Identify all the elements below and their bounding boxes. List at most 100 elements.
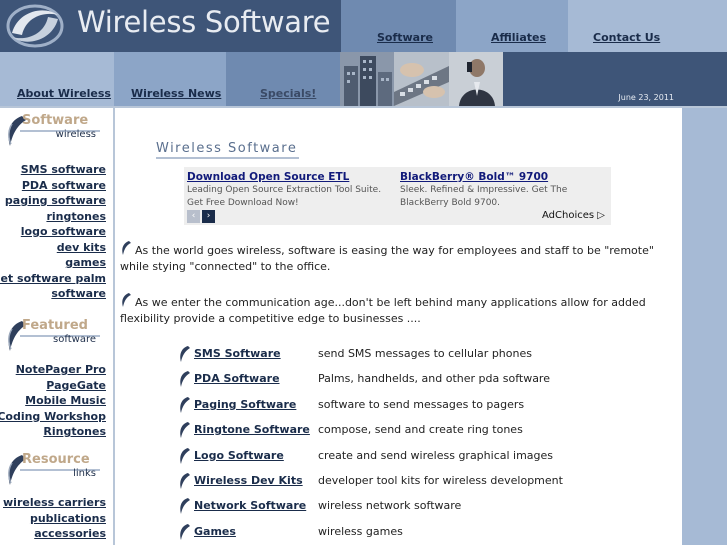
sidebar-link-logo-software[interactable]: logo software	[0, 224, 106, 240]
feather-swoosh-icon	[122, 293, 131, 307]
sidebar-section-title: Software	[22, 113, 89, 128]
sidebar-link-net-software-palm[interactable]: net software palm	[0, 271, 106, 287]
sidebar-link-pda-software[interactable]: PDA software	[0, 178, 106, 194]
sidebar-link-pagegate[interactable]: PageGate	[0, 378, 106, 394]
feather-swoosh-icon	[180, 397, 190, 413]
product-link-ringtone-software[interactable]: Ringtone Software	[194, 423, 310, 436]
logo-text: Wireless Software	[77, 5, 331, 39]
nav-cell-software: Software	[341, 0, 456, 52]
subnav-cell-news: Wireless News	[114, 52, 226, 106]
nav-link-affiliates[interactable]: Affiliates	[491, 31, 546, 44]
product-link-paging-software[interactable]: Paging Software	[194, 398, 296, 411]
sidebar-link-publications[interactable]: publications	[3, 511, 106, 527]
sidebar-section-featured-heading: Featured software	[4, 318, 110, 359]
feather-swoosh-icon	[180, 498, 190, 514]
product-link-sms-software[interactable]: SMS Software	[194, 347, 281, 360]
sidebar-section-resource-heading: Resource links	[4, 452, 110, 493]
feather-swoosh-icon	[180, 371, 190, 387]
ad-banner: Download Open Source ETL Leading Open So…	[184, 167, 611, 225]
subnav-link-about-wireless[interactable]: About Wireless	[17, 87, 111, 100]
sidebar-software-links: SMS software PDA software paging softwar…	[0, 162, 106, 302]
sidebar-section-subtitle: software	[53, 334, 96, 345]
sidebar-link-paging-software[interactable]: paging software	[0, 193, 106, 209]
product-description: wireless network software	[318, 499, 462, 512]
ad-headline-link[interactable]: BlackBerry® Bold™ 9700	[400, 171, 610, 183]
paragraph-text: As we enter the communication age...don'…	[120, 296, 646, 325]
nav-link-contact-us[interactable]: Contact Us	[593, 31, 660, 44]
product-row: PDA Software Palms, handhelds, and other…	[178, 370, 608, 388]
subnav-link-specials[interactable]: Specials!	[260, 87, 316, 100]
sidebar-link-ringtones-featured[interactable]: Ringtones	[0, 424, 106, 440]
nav-link-software[interactable]: Software	[377, 31, 433, 44]
nav-cell-contact: Contact Us	[568, 0, 727, 52]
feather-swoosh-icon	[122, 241, 131, 255]
ad-body: Sleek. Refined & Impressive. Get The Bla…	[400, 185, 568, 208]
product-link-games[interactable]: Games	[194, 525, 236, 538]
ad-next-button[interactable]: ›	[202, 210, 215, 223]
feather-swoosh-icon	[180, 448, 190, 464]
sidebar-section-title: Featured	[22, 318, 88, 333]
ad-headline-link[interactable]: Download Open Source ETL	[187, 171, 397, 183]
left-sidebar: Software wireless SMS software PDA softw…	[0, 108, 113, 545]
product-link-wireless-dev-kits[interactable]: Wireless Dev Kits	[194, 474, 303, 487]
sidebar-link-coding-workshop[interactable]: Coding Workshop	[0, 409, 106, 425]
product-link-network-software[interactable]: Network Software	[194, 499, 306, 512]
site-logo-banner: Wireless Software	[0, 0, 341, 52]
sidebar-link-accessories[interactable]: accessories	[3, 526, 106, 542]
nav-cell-affiliates: Affiliates	[456, 0, 568, 52]
product-description: developer tool kits for wireless develop…	[318, 474, 563, 487]
subnav-cell-specials: Specials!	[226, 52, 340, 106]
subnav-link-wireless-news[interactable]: Wireless News	[131, 87, 221, 100]
keyboard-hands-photo	[394, 52, 449, 106]
sidebar-link-mobile-music[interactable]: Mobile Music	[0, 393, 106, 409]
header-date: June 23, 2011	[618, 93, 674, 102]
product-row: Logo Software create and send wireless g…	[178, 447, 608, 465]
sidebar-link-dev-kits[interactable]: dev kits	[0, 240, 106, 256]
subnav-cell-about: About Wireless	[0, 52, 114, 106]
sidebar-link-sms-software[interactable]: SMS software	[0, 162, 106, 178]
ad-item: Download Open Source ETL Leading Open So…	[187, 171, 397, 209]
feather-swoosh-icon	[180, 473, 190, 489]
sidebar-section-subtitle: links	[73, 468, 96, 479]
product-description: wireless games	[318, 525, 403, 538]
sidebar-featured-links: NotePager Pro PageGate Mobile Music Codi…	[0, 362, 106, 440]
feather-swoosh-icon	[180, 346, 190, 362]
sidebar-link-software[interactable]: software	[0, 286, 106, 302]
date-band: June 23, 2011	[503, 52, 727, 106]
product-row: Wireless Dev Kits developer tool kits fo…	[178, 472, 608, 490]
header-photo-strip	[340, 52, 503, 106]
businessman-phone-photo	[449, 52, 503, 106]
adchoices-link[interactable]: AdChoices ▷	[542, 210, 605, 221]
product-link-logo-software[interactable]: Logo Software	[194, 449, 284, 462]
sidebar-link-ringtones[interactable]: ringtones	[0, 209, 106, 225]
sidebar-link-games[interactable]: games	[0, 255, 106, 271]
city-buildings-photo	[340, 52, 394, 106]
intro-paragraph: As we enter the communication age...don'…	[120, 292, 675, 327]
product-description: send SMS messages to cellular phones	[318, 347, 532, 360]
sidebar-section-software-heading: Software wireless	[4, 113, 110, 154]
ad-body: Leading Open Source Extraction Tool Suit…	[187, 185, 382, 208]
feather-swoosh-icon	[180, 524, 190, 540]
product-description: create and send wireless graphical image…	[318, 449, 554, 462]
paragraph-text: As the world goes wireless, software is …	[120, 244, 654, 273]
ad-prev-button[interactable]: ‹	[187, 210, 200, 223]
product-row: Paging Software software to send message…	[178, 396, 608, 414]
product-description: software to send messages to pagers	[318, 398, 525, 411]
adchoices-label: AdChoices	[542, 210, 595, 221]
product-link-pda-software[interactable]: PDA Software	[194, 372, 280, 385]
product-row: Ringtone Software compose, send and crea…	[178, 421, 608, 439]
main-content: Wireless Software Download Open Source E…	[115, 108, 682, 545]
intro-paragraph: As the world goes wireless, software is …	[120, 240, 675, 275]
sidebar-link-notepager-pro[interactable]: NotePager Pro	[0, 362, 106, 378]
swirl-logo-icon	[6, 4, 64, 48]
title-underline	[156, 157, 299, 159]
page-title: Wireless Software	[156, 141, 298, 156]
product-row: Games wireless games	[178, 523, 608, 541]
sidebar-section-title: Resource	[22, 452, 90, 467]
feather-swoosh-icon	[180, 422, 190, 438]
sidebar-section-subtitle: wireless	[55, 129, 96, 140]
product-row: SMS Software send SMS messages to cellul…	[178, 345, 608, 363]
product-row: Network Software wireless network softwa…	[178, 497, 608, 515]
sidebar-resource-links: wireless carriers publications accessori…	[3, 495, 106, 542]
sidebar-link-wireless-carriers[interactable]: wireless carriers	[3, 495, 106, 511]
